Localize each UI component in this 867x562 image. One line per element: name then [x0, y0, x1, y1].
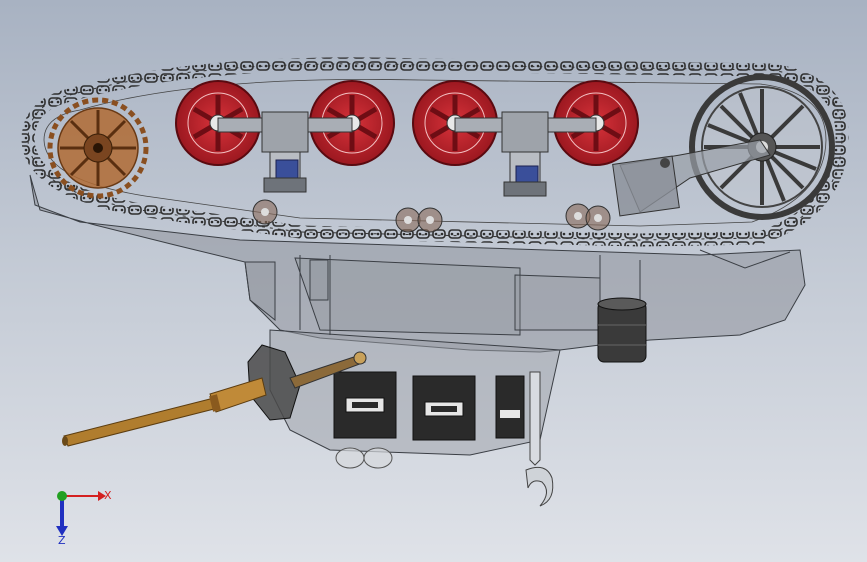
- z-axis-arrow: [56, 496, 68, 536]
- return-roller[interactable]: [252, 199, 278, 225]
- y-axis-point: [57, 491, 67, 501]
- cad-model-scene[interactable]: [0, 0, 867, 562]
- x-axis-arrow: [62, 491, 106, 501]
- x-axis-label: X: [104, 489, 112, 502]
- ammo-box[interactable]: [495, 375, 525, 439]
- drum-canister[interactable]: [597, 297, 647, 363]
- return-roller[interactable]: [585, 205, 611, 231]
- return-roller[interactable]: [395, 207, 421, 233]
- ammo-box[interactable]: [333, 371, 397, 439]
- gun-barrel[interactable]: [62, 377, 267, 447]
- ammo-box[interactable]: [412, 375, 476, 441]
- z-axis-label: Z: [58, 534, 66, 547]
- orientation-triad[interactable]: X Z: [40, 478, 120, 548]
- graphics-viewport[interactable]: X Z: [0, 0, 867, 562]
- return-roller[interactable]: [417, 207, 443, 233]
